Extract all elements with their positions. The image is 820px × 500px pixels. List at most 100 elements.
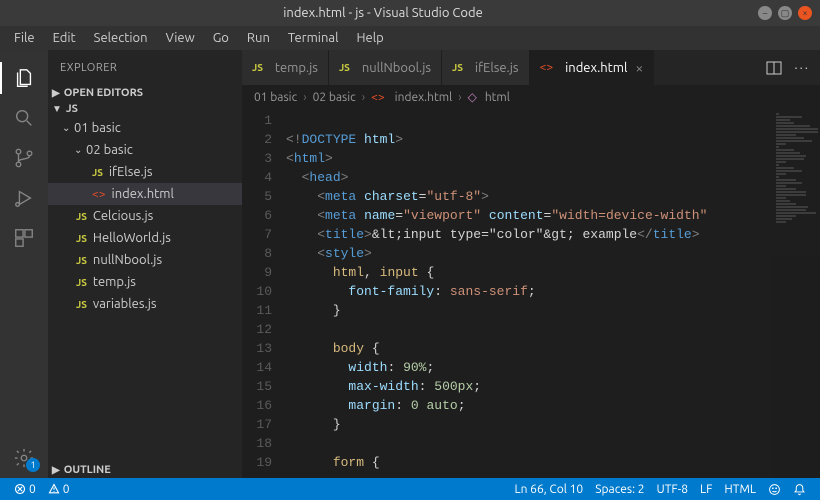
tab-label: index.html [565,61,627,75]
js-file-icon: JS [76,255,87,266]
breadcrumb-item[interactable]: <>index.html [371,91,452,104]
activity-debug[interactable] [0,178,48,218]
chevron-right-icon: ▶ [52,87,60,99]
tree-file[interactable]: <> index.html [48,183,242,205]
file-label: nullNbool.js [93,253,162,267]
tab-index-html[interactable]: <> index.html × [530,50,655,85]
file-label: variables.js [93,297,157,311]
play-bug-icon [13,187,35,209]
files-icon [13,67,35,89]
chevron-down-icon: ⌄ [74,144,86,156]
minimap-content [772,109,820,228]
window-title: index.html - js - Visual Studio Code [8,6,758,20]
menu-go[interactable]: Go [205,29,237,47]
tree-file[interactable]: JS ifElse.js [48,161,242,183]
maximize-button[interactable]: ▢ [778,6,792,20]
js-file-icon: JS [76,233,87,244]
line-gutter: 1 2 3 4 5 6 7 8 9 10 11 12 13 14 15 16 1… [242,109,286,478]
branch-icon [13,147,35,169]
close-icon[interactable]: × [635,60,643,76]
folder-label: 02 basic [86,143,133,157]
html-file-icon: <> [371,91,385,104]
html-file-icon: <> [540,61,554,74]
sidebar-title: EXPLORER [48,50,242,85]
file-label: index.html [112,187,174,201]
breadcrumb-item[interactable]: 01 basic [254,91,297,104]
activity-search[interactable] [0,98,48,138]
activity-scm[interactable] [0,138,48,178]
bell-icon [793,483,806,496]
status-eol[interactable]: LF [694,483,718,496]
menu-run[interactable]: Run [239,29,278,47]
js-file-icon: JS [252,62,263,73]
status-encoding[interactable]: UTF-8 [651,483,694,496]
editor-actions: ··· [756,50,820,85]
window-controls: – ▢ × [758,6,812,20]
warning-icon [48,483,60,495]
activity-explorer[interactable] [0,58,48,98]
minimize-button[interactable]: – [758,6,772,20]
breadcrumb-item[interactable]: ◇html [468,90,510,104]
breadcrumb-item[interactable]: 02 basic [313,91,356,104]
menu-file[interactable]: File [6,29,43,47]
tab-temp-js[interactable]: JS temp.js [242,50,329,85]
more-actions-icon[interactable]: ··· [794,61,810,75]
chevron-down-icon: ▼ [52,103,62,115]
minimap[interactable] [772,109,820,478]
js-file-icon: JS [76,277,87,288]
menu-edit[interactable]: Edit [45,29,84,47]
js-file-icon: JS [339,62,350,73]
html-file-icon: <> [92,188,106,201]
extensions-icon [13,227,35,249]
sidebar: EXPLORER ▶ OPEN EDITORS ▼ JS ⌄ 01 basic … [48,50,242,478]
chevron-right-icon: ▶ [52,464,60,476]
menu-view[interactable]: View [158,29,203,47]
section-open-editors[interactable]: ▶ OPEN EDITORS [48,85,242,101]
activity-settings[interactable]: 1 [0,438,48,478]
code-editor[interactable]: 1 2 3 4 5 6 7 8 9 10 11 12 13 14 15 16 1… [242,109,820,478]
tree-file[interactable]: JS Celcious.js [48,205,242,227]
split-editor-icon[interactable] [766,60,782,76]
status-lang[interactable]: HTML [718,483,762,496]
status-feedback[interactable] [762,483,787,496]
file-label: HelloWorld.js [93,231,171,245]
chevron-right-icon: › [362,91,365,104]
status-spaces[interactable]: Spaces: 2 [589,483,650,496]
section-label: OPEN EDITORS [64,87,143,99]
window-titlebar: index.html - js - Visual Studio Code – ▢… [0,0,820,26]
tab-ifelse-js[interactable]: JS ifElse.js [442,50,530,85]
status-errors[interactable]: 0 [8,483,42,496]
tree-file[interactable]: JS nullNbool.js [48,249,242,271]
js-file-icon: JS [76,211,87,222]
chevron-right-icon: › [303,91,306,104]
editor-tabs: JS temp.js JS nullNbool.js JS ifElse.js … [242,50,820,85]
tree-folder[interactable]: ⌄ 01 basic [48,117,242,139]
activity-extensions[interactable] [0,218,48,258]
status-bar: 0 0 Ln 66, Col 10 Spaces: 2 UTF-8 LF HTM… [0,478,820,500]
tab-label: temp.js [275,61,318,75]
status-lncol[interactable]: Ln 66, Col 10 [508,483,589,496]
tab-nullnbool-js[interactable]: JS nullNbool.js [329,50,442,85]
activity-bar: 1 [0,50,48,478]
tree-file[interactable]: JS HelloWorld.js [48,227,242,249]
close-button[interactable]: × [798,6,812,20]
menu-terminal[interactable]: Terminal [280,29,347,47]
smiley-icon [768,483,781,496]
section-outline[interactable]: ▶ OUTLINE [48,462,242,478]
tag-icon: ◇ [468,90,477,104]
tab-label: ifElse.js [475,61,519,75]
chevron-down-icon: ⌄ [62,122,74,134]
menu-help[interactable]: Help [348,29,391,47]
menu-selection[interactable]: Selection [86,29,156,47]
editor-area: JS temp.js JS nullNbool.js JS ifElse.js … [242,50,820,478]
tree-folder[interactable]: ⌄ 02 basic [48,139,242,161]
breadcrumbs[interactable]: 01 basic › 02 basic › <>index.html › ◇ht… [242,85,820,109]
code-content[interactable]: <!DOCTYPE html><html> <head> <meta chars… [286,109,820,478]
tree-file[interactable]: JS variables.js [48,293,242,315]
status-notifications[interactable] [787,483,812,496]
status-warnings[interactable]: 0 [42,483,76,496]
section-root[interactable]: ▼ JS [48,101,242,117]
error-icon [14,483,26,495]
tree-file[interactable]: JS temp.js [48,271,242,293]
file-label: temp.js [93,275,136,289]
